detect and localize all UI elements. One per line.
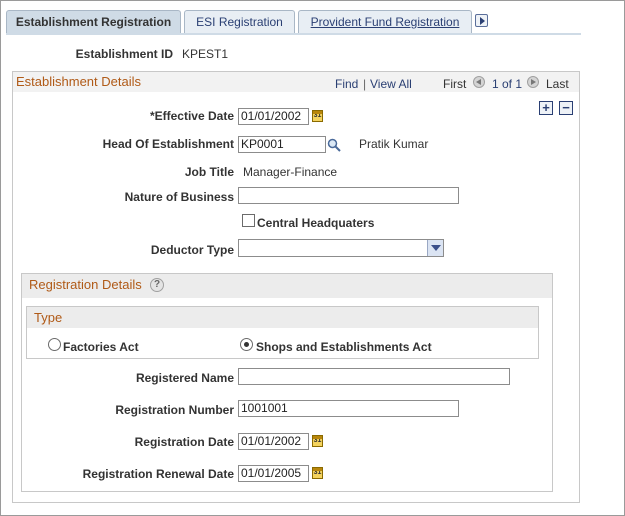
- search-icon[interactable]: [327, 138, 341, 152]
- calendar-icon[interactable]: 31: [312, 110, 323, 122]
- type-header: [27, 307, 538, 328]
- shops-establishments-act-radio[interactable]: [240, 338, 253, 351]
- registered-name-label: Registered Name: [135, 371, 234, 385]
- page-frame: Establishment Registration ESI Registrat…: [0, 0, 625, 516]
- registration-number-label: Registration Number: [115, 403, 234, 417]
- tab-esi-registration[interactable]: ESI Registration: [184, 10, 295, 33]
- first-label: First: [443, 77, 467, 91]
- tab-establishment-registration[interactable]: Establishment Registration: [6, 10, 181, 34]
- registration-renewal-date-label: Registration Renewal Date: [82, 467, 234, 481]
- last-label: Last: [546, 77, 569, 91]
- factories-act-radio[interactable]: [48, 338, 61, 351]
- tab-provident-fund-registration[interactable]: Provident Fund Registration: [298, 10, 472, 33]
- deductor-type-select[interactable]: [238, 239, 444, 257]
- head-name-value: Pratik Kumar: [359, 137, 429, 151]
- registration-renewal-date-input[interactable]: 01/01/2005: [238, 465, 309, 482]
- tab-scroll-right-icon[interactable]: [475, 14, 488, 27]
- delete-row-button[interactable]: −: [559, 101, 573, 115]
- nature-of-business-input[interactable]: [238, 187, 459, 204]
- next-row-icon[interactable]: [527, 76, 539, 88]
- separator: |: [363, 77, 367, 91]
- shops-establishments-act-label: Shops and Establishments Act: [256, 340, 432, 354]
- find-link[interactable]: Find: [335, 77, 358, 91]
- tab-label: ESI Registration: [196, 15, 283, 29]
- tab-label: Establishment Registration: [15, 15, 172, 29]
- tab-underline: [6, 33, 581, 35]
- effective-date-input[interactable]: 01/01/2002: [238, 108, 309, 125]
- factories-act-label: Factories Act: [63, 340, 139, 354]
- central-headquarters-label: Central Headquaters: [257, 216, 375, 230]
- effective-date-label: *Effective Date: [149, 109, 234, 123]
- calendar-icon[interactable]: 31: [312, 467, 323, 479]
- chevron-down-icon[interactable]: [427, 240, 443, 256]
- central-headquarters-checkbox[interactable]: [242, 214, 255, 227]
- nature-of-business-label: Nature of Business: [124, 190, 234, 204]
- registration-number-input[interactable]: 1001001: [238, 400, 459, 417]
- add-row-button[interactable]: +: [539, 101, 553, 115]
- registration-date-input[interactable]: 01/01/2002: [238, 433, 309, 450]
- establishment-details-title: Establishment Details: [16, 74, 141, 89]
- previous-row-icon[interactable]: [473, 76, 485, 88]
- head-of-establishment-input[interactable]: KP0001: [238, 136, 326, 153]
- establishment-id-value: KPEST1: [182, 47, 229, 61]
- head-of-establishment-label: Head Of Establishment: [102, 137, 234, 151]
- deductor-type-label: Deductor Type: [150, 243, 234, 257]
- registration-details-title: Registration Details: [29, 277, 142, 292]
- job-title-label: Job Title: [184, 165, 234, 179]
- calendar-icon[interactable]: 31: [312, 435, 323, 447]
- type-title: Type: [34, 310, 63, 325]
- registered-name-input[interactable]: [238, 368, 510, 385]
- page-info: 1 of 1: [492, 77, 523, 91]
- establishment-id-label: Establishment ID: [75, 47, 173, 61]
- job-title-value: Manager-Finance: [243, 165, 338, 179]
- help-icon[interactable]: ?: [150, 278, 164, 292]
- tab-label: Provident Fund Registration: [310, 15, 460, 29]
- registration-date-label: Registration Date: [134, 435, 234, 449]
- view-all-link[interactable]: View All: [370, 77, 412, 91]
